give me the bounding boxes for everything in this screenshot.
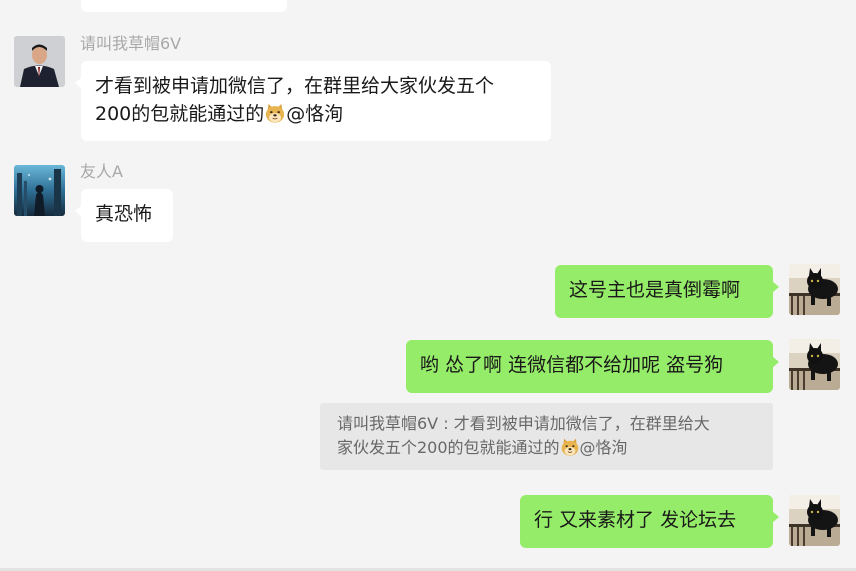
message-bubble[interactable]: 这号主也是真倒霉啊: [555, 265, 779, 318]
message-text: 行 又来素材了 发论坛去: [534, 509, 737, 531]
message-text: 哟 怂了啊 连微信都不给加呢 盗号狗: [420, 354, 724, 376]
message-text-line: 才看到被申请加微信了，在群里给大家伙发五个: [95, 75, 495, 97]
sender-name: 友人A: [80, 162, 123, 181]
message-text: 真恐怖: [95, 203, 153, 225]
message-bubble[interactable]: 才看到被申请加微信了，在群里给大家伙发五个 200的包就能通过的 @恪洵: [75, 61, 551, 141]
black-cat-avatar[interactable]: [789, 339, 840, 390]
message-text: 这号主也是真倒霉啊: [569, 279, 741, 301]
message-bubble[interactable]: 真恐怖: [75, 189, 173, 242]
previous-message-bubble: [81, 0, 287, 12]
quoted-text-line: 请叫我草帽6V : 才看到被申请加微信了，在群里给大: [337, 414, 710, 433]
black-cat-avatar[interactable]: [789, 495, 840, 546]
message-bubble[interactable]: 行 又来素材了 发论坛去: [520, 495, 779, 548]
sender-name: 请叫我草帽6V: [80, 34, 182, 53]
man-in-suit-avatar[interactable]: [14, 36, 65, 87]
black-cat-avatar[interactable]: [789, 264, 840, 315]
quoted-message[interactable]: 请叫我草帽6V : 才看到被申请加微信了，在群里给大 家伙发五个200的包就能通…: [320, 403, 773, 470]
doge-emoji-icon: [560, 437, 580, 457]
night-scene-avatar[interactable]: [14, 165, 65, 216]
doge-emoji-icon: [264, 102, 286, 124]
message-bubble[interactable]: 哟 怂了啊 连微信都不给加呢 盗号狗: [406, 340, 779, 393]
chat-window: 请叫我草帽6V 才看到被申请加微信了，在群里给大家伙发五个 200的包就能通过的…: [0, 0, 856, 571]
message-text-line: 200的包就能通过的 @恪洵: [95, 102, 344, 125]
quoted-text-line: 家伙发五个200的包就能通过的 @恪洵: [337, 437, 628, 457]
